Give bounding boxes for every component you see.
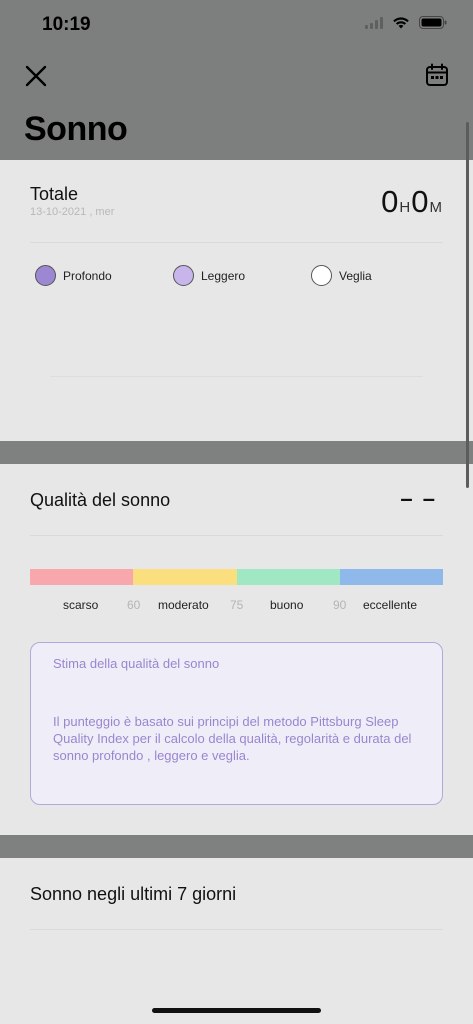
quality-info-box: Stima della qualità del sonno Il puntegg… — [30, 642, 443, 805]
divider — [30, 242, 443, 243]
scale-label-moderate: moderato — [158, 598, 209, 612]
wifi-icon — [392, 16, 410, 34]
legend-item-deep: Profondo — [35, 265, 173, 286]
total-hours: 0 — [381, 184, 399, 219]
section-separator — [0, 441, 473, 464]
scale-threshold-90: 90 — [333, 598, 347, 612]
quality-info-title: Stima della qualità del sonno — [53, 656, 220, 671]
divider — [30, 929, 443, 930]
quality-scale-bar — [30, 569, 443, 585]
legend-item-light: Leggero — [173, 265, 311, 286]
weekly-card: Sonno negli ultimi 7 giorni — [0, 858, 473, 1024]
scale-segment-moderate — [133, 569, 237, 585]
chart-baseline — [50, 376, 423, 377]
cellular-signal-icon — [365, 16, 383, 34]
total-duration: 0 H 0 M — [381, 184, 443, 220]
scale-label-poor: scarso — [63, 598, 99, 612]
total-card: Totale 13-10-2021 , mer 0 H 0 M Profondo… — [0, 160, 473, 441]
quality-value: – – — [400, 486, 437, 511]
quality-info-body: Il punteggio è basato sui principi del m… — [53, 714, 412, 763]
calendar-icon[interactable] — [425, 63, 449, 87]
legend-dot-light — [173, 265, 194, 286]
section-separator — [0, 835, 473, 858]
weekly-label: Sonno negli ultimi 7 giorni — [30, 884, 237, 904]
legend-item-awake: Veglia — [311, 265, 449, 286]
legend-label-deep: Profondo — [63, 268, 112, 283]
scale-threshold-75: 75 — [230, 598, 244, 612]
header: 10:19 Sonno — [0, 0, 473, 160]
scale-segment-good — [236, 569, 340, 585]
home-indicator[interactable] — [152, 1008, 321, 1013]
total-hours-unit: H — [399, 199, 411, 216]
legend-dot-awake — [311, 265, 332, 286]
total-minutes-unit: M — [429, 199, 443, 216]
status-time: 10:19 — [42, 14, 91, 35]
battery-icon — [419, 16, 447, 34]
scale-segment-excellent — [339, 569, 443, 585]
divider — [30, 535, 443, 536]
quality-card: Qualità del sonno – – scarso 60 moderato… — [0, 464, 473, 835]
legend-label-awake: Veglia — [339, 268, 372, 283]
legend-dot-deep — [35, 265, 56, 286]
scale-threshold-60: 60 — [127, 598, 141, 612]
scale-segment-poor — [30, 569, 134, 585]
legend-label-light: Leggero — [201, 268, 246, 283]
page-title: Sonno — [24, 110, 128, 148]
quality-label: Qualità del sonno — [30, 490, 171, 510]
scrollbar[interactable] — [466, 122, 469, 488]
total-minutes: 0 — [411, 184, 429, 219]
total-label: Totale — [30, 184, 79, 204]
close-icon[interactable] — [24, 64, 48, 88]
quality-scale-labels: scarso 60 moderato 75 buono 90 eccellent… — [30, 598, 443, 614]
scale-label-good: buono — [270, 598, 304, 612]
scale-label-excellent: eccellente — [363, 598, 418, 612]
sleep-legend: Profondo Leggero Veglia — [35, 265, 449, 286]
total-date: 13-10-2021 , mer — [30, 206, 115, 218]
status-icons — [365, 16, 447, 34]
